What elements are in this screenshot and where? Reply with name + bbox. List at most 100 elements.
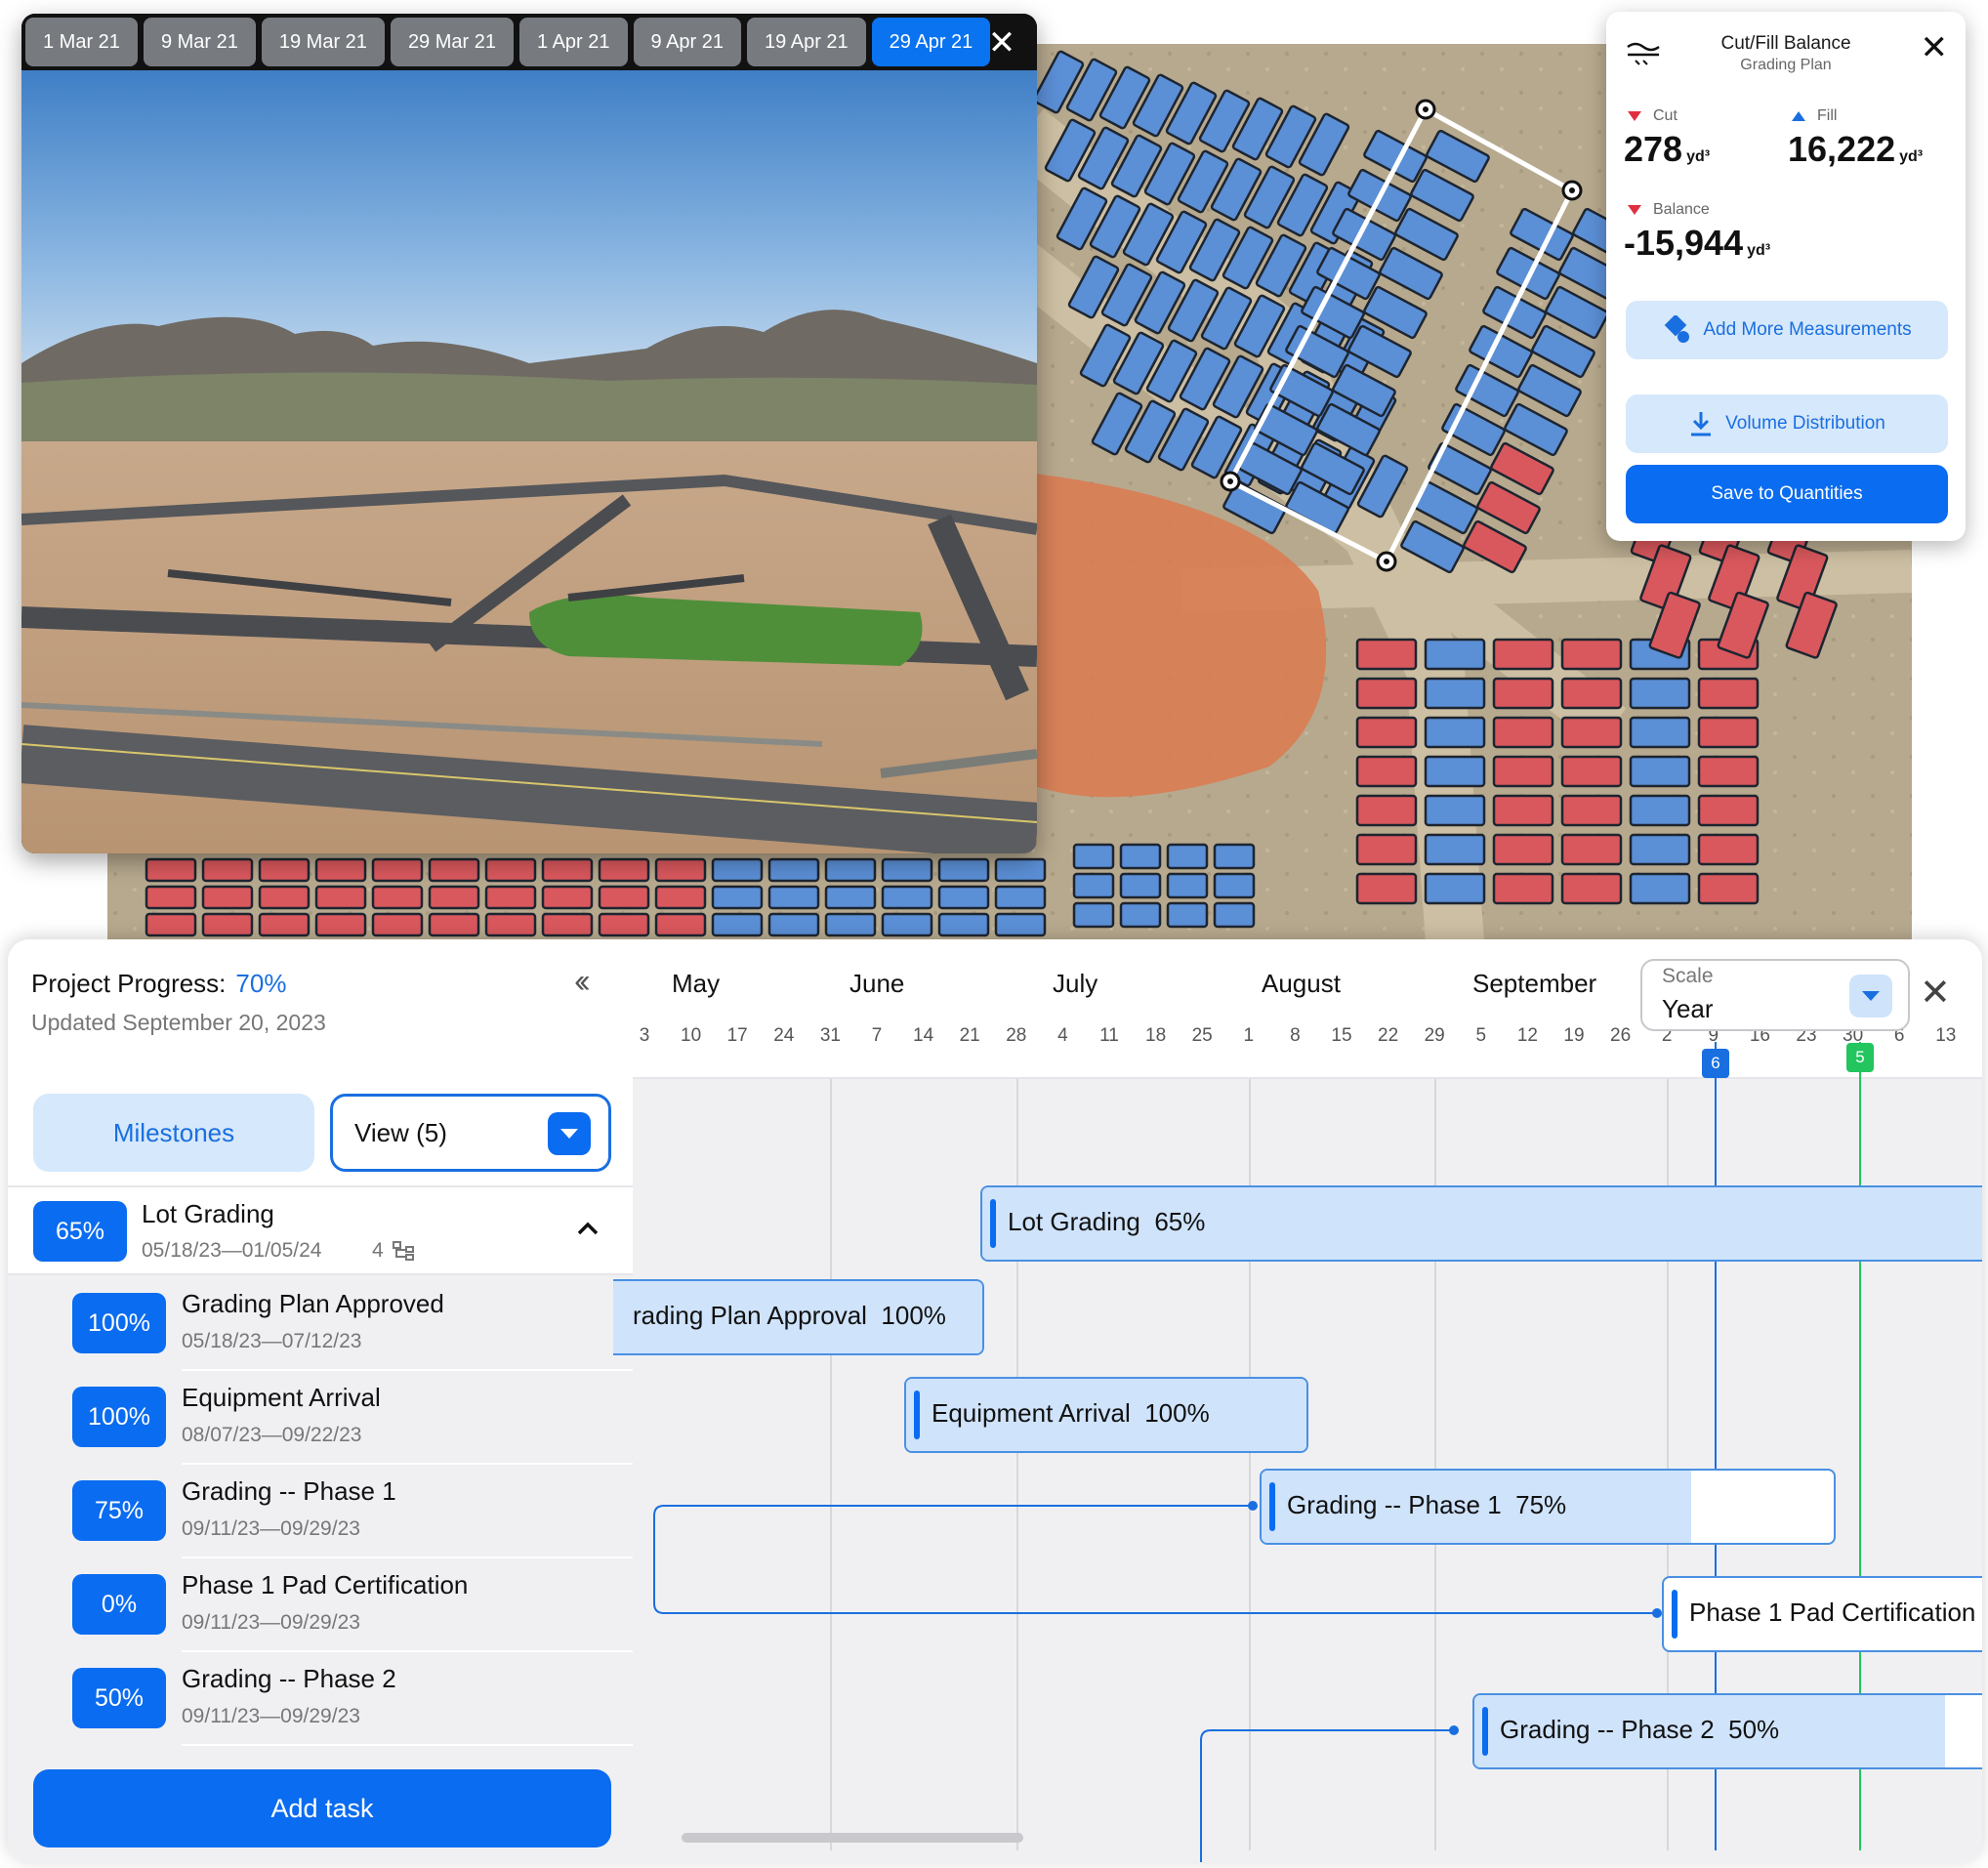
schedule-panel: Project Progress: 70% Updated September 2… (8, 939, 1982, 1862)
task-row[interactable]: 75% Grading -- Phase 1 09/11/23—09/29/23 (8, 1465, 633, 1558)
balance-label-text: Balance (1653, 201, 1710, 218)
drone-photo-viewer[interactable]: 1 Mar 21 9 Mar 21 19 Mar 21 29 Mar 21 1 … (21, 14, 1037, 853)
triangle-down-icon (1628, 205, 1641, 215)
subtask-count: 4 (372, 1239, 417, 1263)
percent-badge: 100% (72, 1387, 166, 1447)
bar-label: Equipment Arrival 100% (932, 1398, 1210, 1429)
bar-title: rading Plan Approval (633, 1301, 867, 1330)
volume-distribution-button[interactable]: Volume Distribution (1626, 394, 1948, 453)
panel-subtitle: Grading Plan (1740, 57, 1832, 73)
updated-date: Updated September 20, 2023 (31, 1010, 326, 1035)
task-row[interactable]: 100% Grading Plan Approved 05/18/23—07/1… (8, 1277, 633, 1371)
project-progress-label: Project Progress: (31, 969, 227, 998)
gantt-timeline[interactable]: May June July August September 3 10 17 24 31 7 14 2… (613, 939, 1982, 1862)
volume-distribution-label: Volume Distribution (1725, 413, 1885, 434)
double-chevron-left-icon: ‹‹ (574, 963, 590, 1000)
drone-photo (21, 70, 1037, 853)
date-chip-2[interactable]: 9 Mar 21 (143, 18, 256, 66)
task-list-pane: Project Progress: 70% Updated September 2… (8, 939, 633, 1862)
task-title: Grading Plan Approved (182, 1289, 444, 1318)
project-progress: Project Progress: 70% (31, 969, 286, 999)
bar-percent: 100% (881, 1301, 946, 1330)
percent-badge: 65% (33, 1201, 127, 1262)
view-select-value: View (5) (354, 1117, 447, 1147)
save-to-quantities-label: Save to Quantities (1711, 483, 1863, 504)
task-row[interactable]: 50% Grading -- Phase 2 09/11/23—09/29/23 (8, 1652, 633, 1746)
task-title: Lot Grading (142, 1199, 274, 1228)
save-to-quantities-button[interactable]: Save to Quantities (1626, 465, 1948, 523)
bar-drag-handle[interactable] (990, 1199, 996, 1248)
chevron-up-icon[interactable] (574, 1215, 601, 1242)
fill-value: 16,222 yd³ (1788, 129, 1923, 170)
milestones-button[interactable]: Milestones (33, 1094, 314, 1172)
cut-unit: yd³ (1686, 148, 1711, 165)
panel-title: Cut/Fill Balance (1720, 33, 1851, 54)
task-row[interactable]: 100% Equipment Arrival 08/07/23—09/22/23 (8, 1371, 633, 1465)
cut-value-number: 278 (1624, 129, 1683, 169)
task-dates: 05/18/23—07/12/23 (182, 1330, 362, 1352)
close-icon: ✕ (1920, 29, 1949, 66)
date-chip-active[interactable]: 29 Apr 21 (871, 18, 991, 66)
bar-label: Phase 1 Pad Certification (1689, 1598, 1975, 1628)
capture-date-bar: 1 Mar 21 9 Mar 21 19 Mar 21 29 Mar 21 1 … (21, 14, 1037, 70)
bar-label: Grading -- Phase 1 75% (1287, 1490, 1566, 1520)
cut-fill-panel: Cut/Fill Balance Grading Plan ✕ Cut 278 y… (1606, 12, 1966, 541)
date-chip-6[interactable]: 9 Apr 21 (633, 18, 742, 66)
task-row-parent[interactable]: 65% Lot Grading 05/18/23—01/05/24 4 (8, 1185, 633, 1275)
project-progress-value: 70% (235, 969, 287, 998)
percent-badge: 100% (72, 1293, 166, 1353)
bar-percent: 100% (1144, 1398, 1210, 1428)
date-chip-4[interactable]: 29 Mar 21 (390, 18, 514, 66)
balance-value: -15,944 yd³ (1624, 223, 1770, 264)
task-dates: 09/11/23—09/29/23 (182, 1611, 360, 1634)
fill-label-text: Fill (1817, 107, 1838, 124)
collapse-pane-button[interactable]: ‹‹ (574, 963, 590, 1001)
gantt-bar-grading-plan-approval[interactable]: rading Plan Approval 100% (613, 1279, 984, 1355)
balance-value-number: -15,944 (1624, 223, 1744, 263)
add-task-button[interactable]: Add task (33, 1769, 611, 1847)
date-chip-1[interactable]: 1 Mar 21 (25, 18, 138, 66)
task-title: Equipment Arrival (182, 1383, 381, 1412)
percent-badge: 75% (72, 1480, 166, 1541)
date-chip-5[interactable]: 1 Apr 21 (519, 18, 628, 66)
chevron-down-icon (548, 1112, 591, 1155)
task-title: Phase 1 Pad Certification (182, 1570, 469, 1599)
bar-drag-handle[interactable] (1482, 1707, 1488, 1756)
close-panel-button[interactable]: ✕ (1921, 31, 1949, 64)
subtasks-icon (392, 1241, 414, 1261)
add-measurements-button[interactable]: Add More Measurements (1626, 301, 1948, 359)
download-icon (1688, 410, 1714, 437)
task-list-header: Project Progress: 70% Updated September 2… (8, 939, 633, 1185)
percent-badge: 50% (72, 1668, 166, 1728)
gantt-bar-lot-grading[interactable]: Lot Grading 65% (980, 1185, 1982, 1262)
view-select[interactable]: View (5) (330, 1094, 611, 1172)
bar-label: rading Plan Approval 100% (633, 1301, 946, 1331)
subtask-count-value: 4 (372, 1239, 384, 1262)
measurements-icon (1662, 315, 1691, 345)
gantt-bar-phase-1-pad-certification[interactable]: Phase 1 Pad Certification (1662, 1576, 1982, 1652)
close-icon: ✕ (987, 24, 1016, 62)
bar-drag-handle[interactable] (914, 1391, 920, 1439)
percent-badge: 0% (72, 1574, 166, 1635)
cut-label-text: Cut (1653, 107, 1677, 124)
gantt-bar-equipment-arrival[interactable]: Equipment Arrival 100% (904, 1377, 1308, 1453)
date-chip-3[interactable]: 19 Mar 21 (261, 18, 385, 66)
bar-percent: 50% (1728, 1715, 1780, 1744)
add-measurements-label: Add More Measurements (1703, 319, 1912, 340)
date-chip-7[interactable]: 19 Apr 21 (747, 18, 866, 66)
horizontal-scrollbar[interactable] (682, 1833, 1023, 1843)
bar-drag-handle[interactable] (1672, 1590, 1677, 1639)
gantt-bar-grading-phase-1[interactable]: Grading -- Phase 1 75% (1260, 1469, 1836, 1545)
fill-value-number: 16,222 (1788, 129, 1896, 169)
close-photo-button[interactable]: ✕ (980, 21, 1023, 64)
task-title: Grading -- Phase 2 (182, 1664, 396, 1693)
bar-title: Grading -- Phase 1 (1287, 1490, 1502, 1519)
gantt-bar-grading-phase-2[interactable]: Grading -- Phase 2 50% (1472, 1693, 1982, 1769)
task-row[interactable]: 0% Phase 1 Pad Certification 09/11/23—09… (8, 1558, 633, 1652)
bar-title: Grading -- Phase 2 (1500, 1715, 1715, 1744)
bar-title: Equipment Arrival (932, 1398, 1131, 1428)
task-dates: 09/11/23—09/29/23 (182, 1705, 360, 1727)
bar-drag-handle[interactable] (1269, 1482, 1275, 1531)
cut-label: Cut (1628, 107, 1677, 125)
task-dates: 08/07/23—09/22/23 (182, 1424, 362, 1446)
